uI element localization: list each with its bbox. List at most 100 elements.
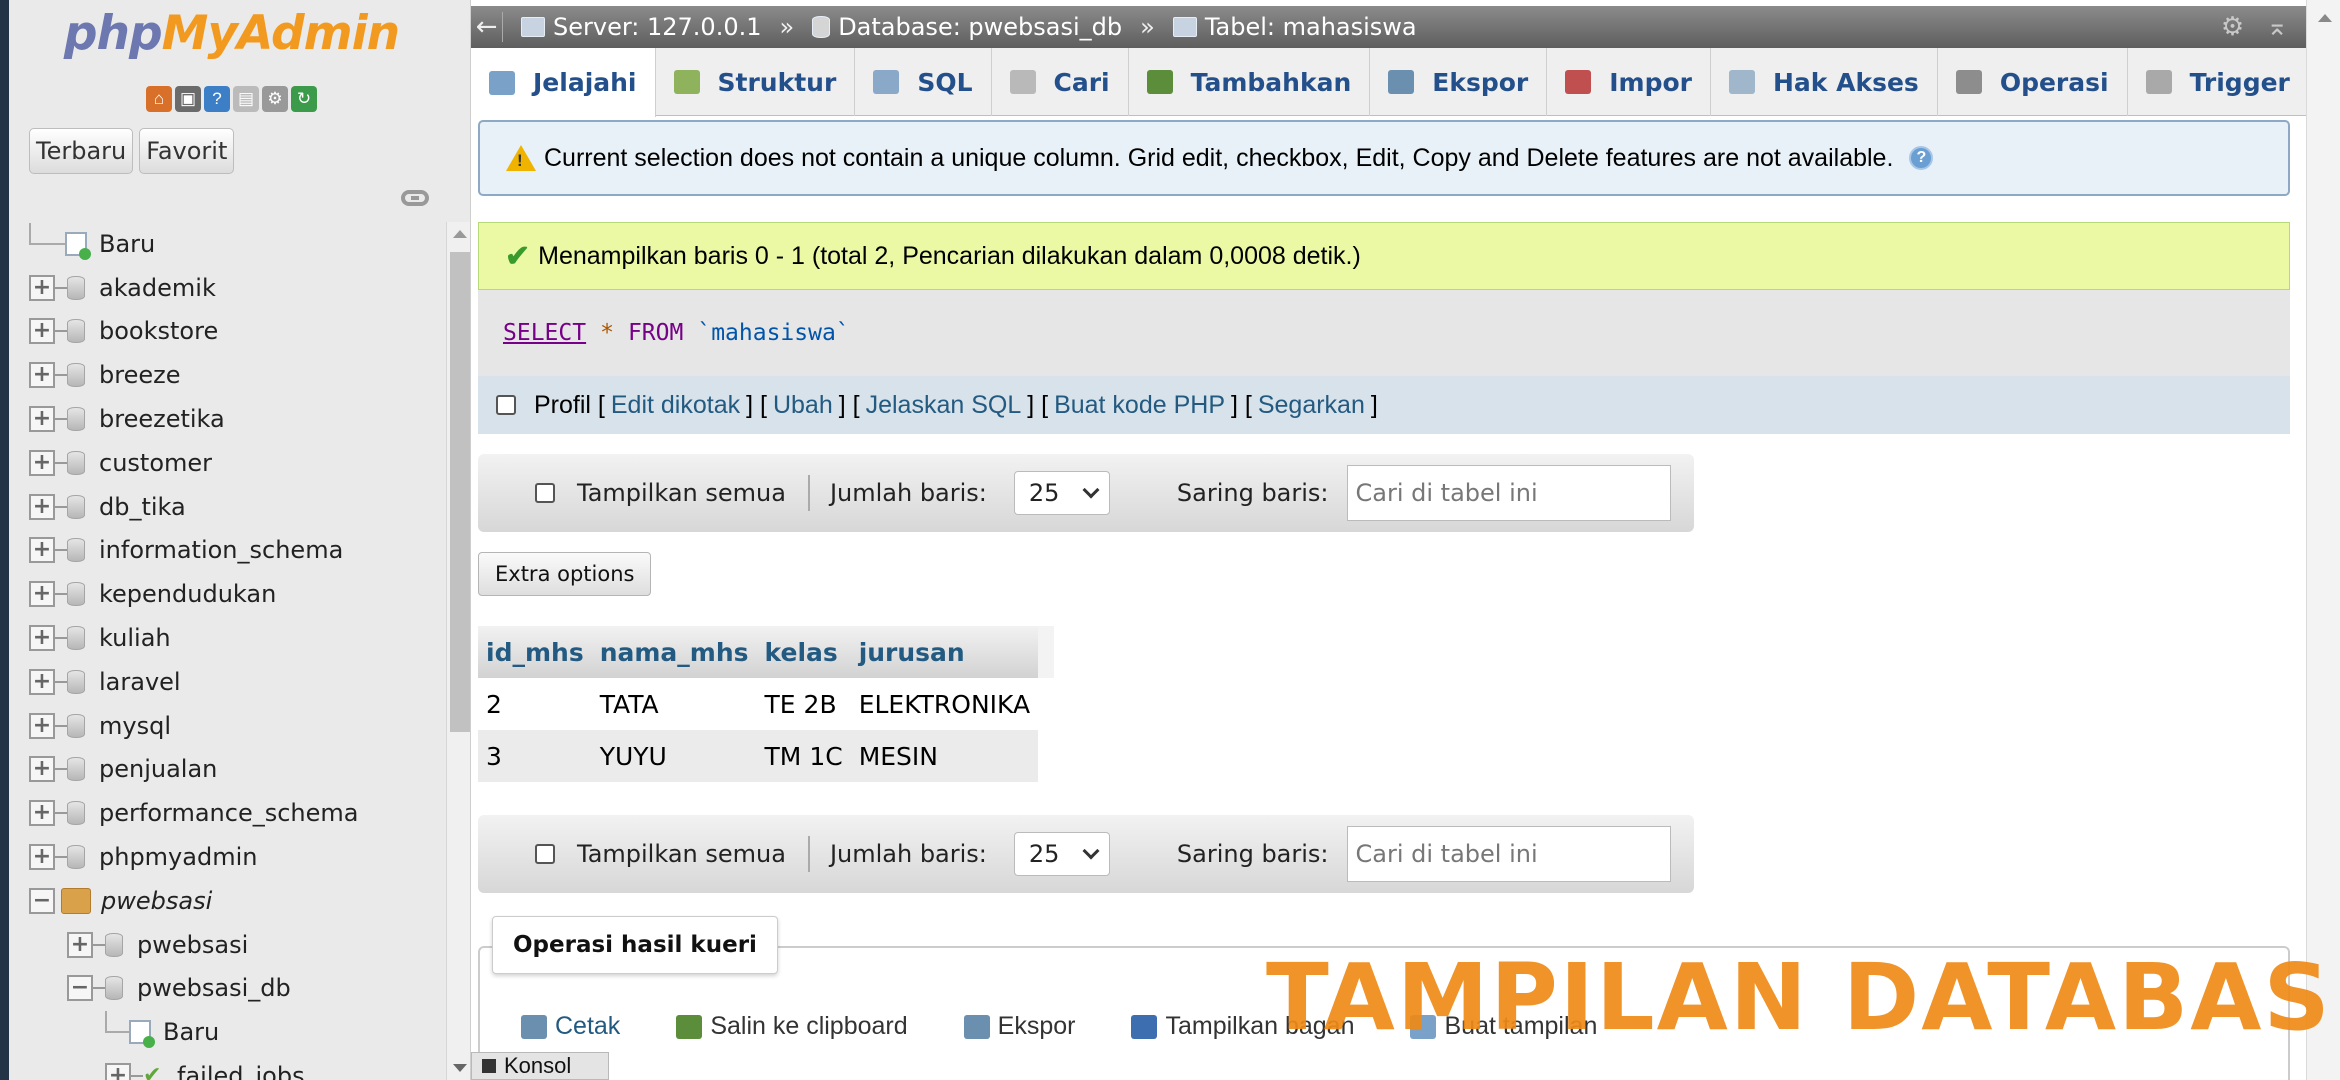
sidebar-scroll-thumb[interactable] xyxy=(450,252,470,732)
link-with-main-panel-icon[interactable] xyxy=(401,190,429,206)
extra-options-button[interactable]: Extra options xyxy=(478,552,652,596)
refresh-link[interactable]: Segarkan xyxy=(1258,391,1365,420)
expand-plus-icon[interactable]: + xyxy=(29,668,55,695)
collapse-minus-icon[interactable]: − xyxy=(29,887,55,914)
collapse-top-icon[interactable]: ⌅ xyxy=(2266,12,2288,42)
column-header-jurusan[interactable]: jurusan xyxy=(850,626,1039,678)
tree-item-failed-jobs[interactable]: + ✔ failed_jobs xyxy=(29,1054,449,1080)
tree-item-label[interactable]: performance_schema xyxy=(99,799,358,827)
table-row[interactable]: 3 YUYU TM 1C MESIN xyxy=(478,730,1055,782)
tree-item-label[interactable]: penjualan xyxy=(99,755,217,783)
recent-tables-button[interactable]: Terbaru xyxy=(29,128,134,174)
expand-plus-icon[interactable]: + xyxy=(29,274,55,301)
explain-sql-link[interactable]: Jelaskan SQL xyxy=(866,391,1022,420)
edit-link[interactable]: Ubah xyxy=(773,391,833,420)
console-toggle[interactable]: Konsol xyxy=(471,1052,609,1080)
settings-icon[interactable]: ⚙ xyxy=(262,86,288,112)
tree-item-customer[interactable]: + customer xyxy=(29,441,449,485)
tree-item-phpmyadmin[interactable]: + phpmyadmin xyxy=(29,835,449,879)
tree-item-label[interactable]: breezetika xyxy=(99,405,225,433)
show-all-checkbox[interactable] xyxy=(535,483,555,503)
home-icon[interactable]: ⌂ xyxy=(146,86,172,112)
tree-item-label[interactable]: failed_jobs xyxy=(177,1062,305,1080)
tab-hak-akses[interactable]: Hak Akses xyxy=(1711,48,1938,116)
phpmyadmin-logo[interactable]: phpMyAdmin xyxy=(9,6,454,61)
edit-inline-link[interactable]: Edit dikotak xyxy=(611,391,740,420)
tree-item-label[interactable]: pwebsasi xyxy=(101,887,212,915)
help-icon[interactable]: ? xyxy=(1909,146,1934,170)
docs-icon[interactable]: ▤ xyxy=(233,86,259,112)
tree-item-label[interactable]: db_tika xyxy=(99,493,186,521)
expand-plus-icon[interactable]: + xyxy=(29,406,55,433)
help-icon[interactable]: ? xyxy=(204,86,230,112)
query-op-buat-tampilan[interactable]: Buat tampilan xyxy=(1410,1012,1597,1041)
tree-item-label[interactable]: Baru xyxy=(163,1018,219,1046)
breadcrumb-database[interactable]: Database: pwebsasi_db xyxy=(812,13,1122,41)
expand-plus-icon[interactable]: + xyxy=(29,800,55,827)
tree-item-label[interactable]: Baru xyxy=(99,230,155,258)
tree-item-label[interactable]: bookstore xyxy=(99,317,218,345)
tree-item-label[interactable]: kuliah xyxy=(99,624,171,652)
tree-item-label[interactable]: breeze xyxy=(99,361,180,389)
expand-plus-icon[interactable]: + xyxy=(29,844,55,871)
sidebar-scrollbar[interactable] xyxy=(446,222,470,1080)
expand-plus-icon[interactable]: + xyxy=(67,931,93,958)
tree-item-label[interactable]: akademik xyxy=(99,274,216,302)
tree-item-label[interactable]: pwebsasi xyxy=(137,931,248,959)
tree-item-label[interactable]: laravel xyxy=(99,668,181,696)
tab-jelajahi[interactable]: Jelajahi xyxy=(471,48,656,117)
sql-query-display[interactable]: SELECT * FROM `mahasiswa` xyxy=(478,290,2290,376)
tab-ekspor[interactable]: Ekspor xyxy=(1370,48,1548,116)
sql-keyword-select[interactable]: SELECT xyxy=(503,320,586,346)
tree-item-baru[interactable]: Baru xyxy=(29,1010,449,1054)
tab-cari[interactable]: Cari xyxy=(992,48,1129,116)
scroll-up-arrow-icon[interactable] xyxy=(453,230,467,238)
tree-item-breezetika[interactable]: + breezetika xyxy=(29,397,449,441)
column-header-kelas[interactable]: kelas xyxy=(756,626,851,678)
main-scrollbar[interactable] xyxy=(2306,0,2340,1080)
tree-item-label[interactable]: customer xyxy=(99,449,212,477)
breadcrumb-server[interactable]: Server: 127.0.0.1 xyxy=(521,13,762,41)
tree-item-mysql[interactable]: + mysql xyxy=(29,704,449,748)
query-op-salin-ke-clipboard[interactable]: Salin ke clipboard xyxy=(676,1012,908,1041)
filter-rows-input[interactable] xyxy=(1346,826,1671,882)
query-op-ekspor[interactable]: Ekspor xyxy=(963,1012,1075,1041)
column-header-id-mhs[interactable]: id_mhs xyxy=(478,626,592,678)
tree-item-laravel[interactable]: + laravel xyxy=(29,660,449,704)
tree-item-baru[interactable]: Baru xyxy=(29,222,449,266)
tree-item-kependudukan[interactable]: + kependudukan xyxy=(29,572,449,616)
tab-sql[interactable]: SQL xyxy=(855,48,992,116)
create-php-code-link[interactable]: Buat kode PHP xyxy=(1054,391,1225,420)
expand-plus-icon[interactable]: + xyxy=(29,712,55,739)
tree-item-pwebsasi[interactable]: + pwebsasi xyxy=(29,923,449,967)
tree-item-label[interactable]: kependudukan xyxy=(99,580,276,608)
tree-item-label[interactable]: mysql xyxy=(99,712,171,740)
favorite-tables-button[interactable]: Favorit xyxy=(139,128,235,174)
expand-plus-icon[interactable]: + xyxy=(29,493,55,520)
profile-checkbox[interactable] xyxy=(496,395,516,415)
table-row[interactable]: 2 TATA TE 2B ELEKTRONIKA xyxy=(478,678,1055,730)
tree-item-breeze[interactable]: + breeze xyxy=(29,353,449,397)
filter-rows-input[interactable] xyxy=(1346,465,1671,521)
tab-tambahkan[interactable]: Tambahkan xyxy=(1129,48,1371,116)
exit-icon[interactable]: ▣ xyxy=(175,86,201,112)
tab-trigger[interactable]: Trigger xyxy=(2128,48,2309,116)
collapse-minus-icon[interactable]: − xyxy=(67,975,93,1002)
expand-plus-icon[interactable]: + xyxy=(29,756,55,783)
reload-icon[interactable]: ↻ xyxy=(291,86,317,112)
tree-item-label[interactable]: pwebsasi_db xyxy=(137,974,291,1002)
tree-item-label[interactable]: information_schema xyxy=(99,536,343,564)
expand-plus-icon[interactable]: + xyxy=(29,625,55,652)
expand-plus-icon[interactable]: + xyxy=(29,537,55,564)
expand-plus-icon[interactable]: + xyxy=(29,581,55,608)
settings-gear-icon[interactable]: ⚙ xyxy=(2221,12,2244,42)
tab-struktur[interactable]: Struktur xyxy=(656,48,856,116)
tree-item-penjualan[interactable]: + penjualan xyxy=(29,748,449,792)
rows-per-page-select[interactable]: 25 xyxy=(1013,832,1110,876)
rows-per-page-select[interactable]: 25 xyxy=(1013,471,1110,515)
expand-plus-icon[interactable]: + xyxy=(29,318,55,345)
expand-plus-icon[interactable]: + xyxy=(105,1063,131,1080)
scroll-down-arrow-icon[interactable] xyxy=(453,1064,467,1072)
tree-item-db-tika[interactable]: + db_tika xyxy=(29,485,449,529)
tab-impor[interactable]: Impor xyxy=(1547,48,1711,116)
